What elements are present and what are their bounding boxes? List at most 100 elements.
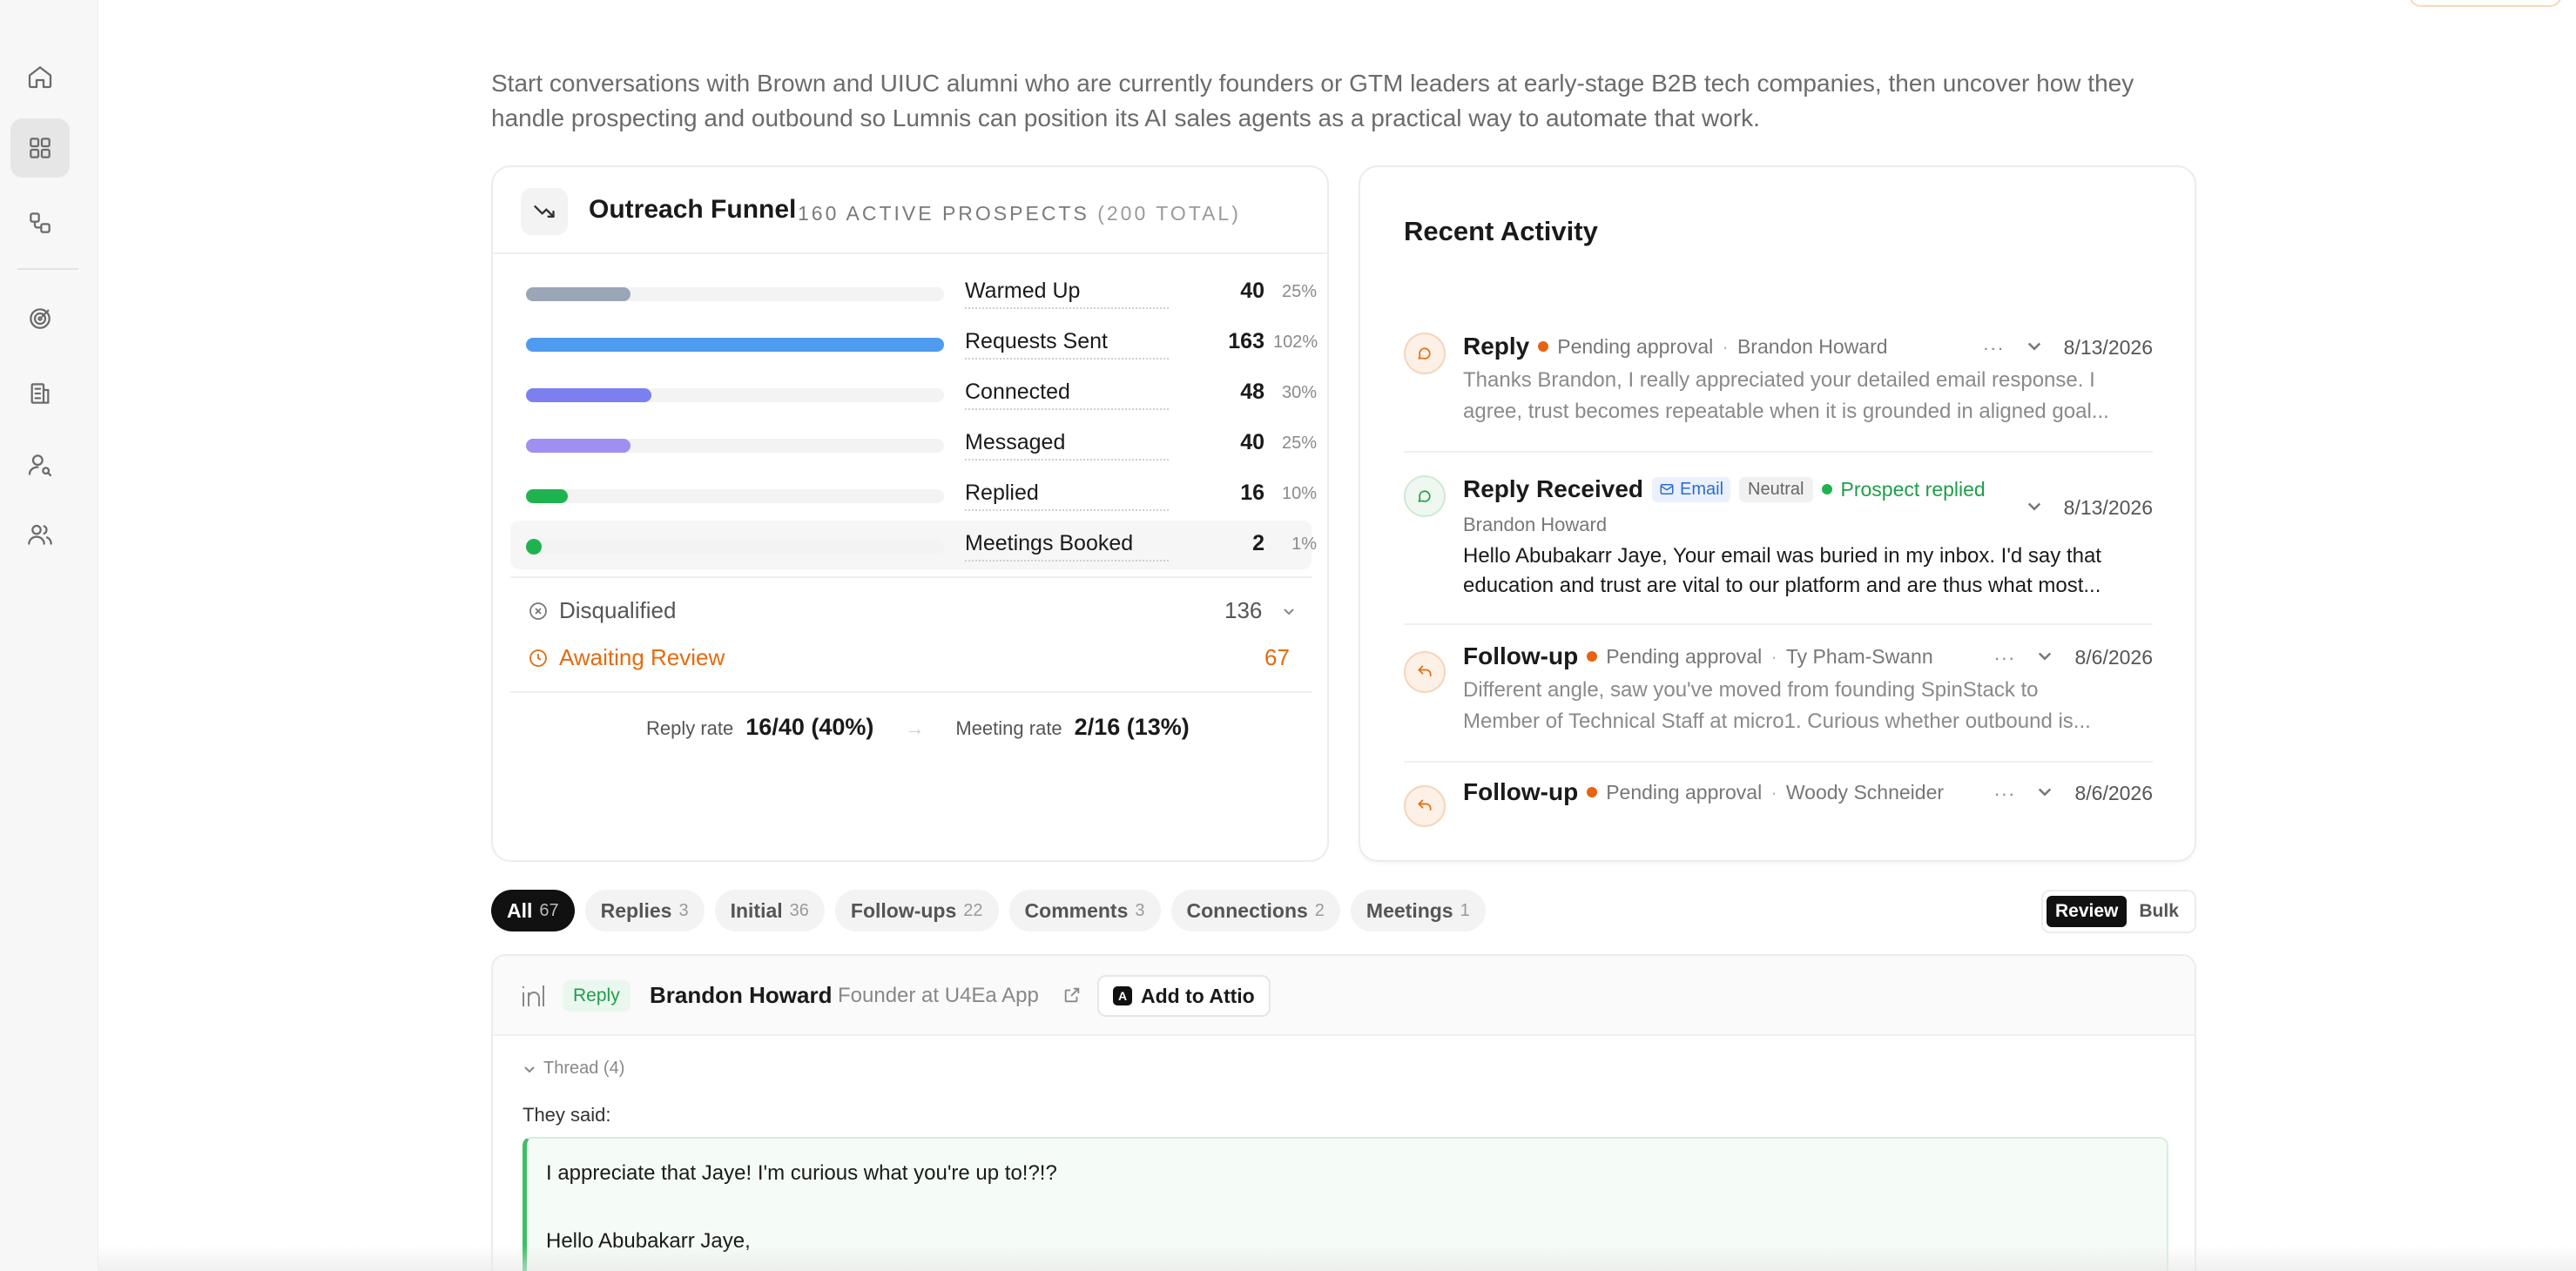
funnel-row[interactable]: Messaged 40 25% <box>510 420 1317 468</box>
message-icon <box>1404 475 1446 517</box>
funnel-stage-label: Warmed Up <box>965 279 1169 309</box>
tab-meetings[interactable]: Meetings 1 <box>1350 890 1486 931</box>
activity-type: Reply <box>1463 333 1530 360</box>
activity-actions: ··· 8/6/2026 <box>1993 646 2153 669</box>
activity-preview-line: Hello Abubakarr Jaye, Your email was bur… <box>1463 544 2101 568</box>
tab-count: 1 <box>1460 900 1470 920</box>
funnel-stage-count: 16 <box>1240 481 1264 505</box>
funnel-row[interactable]: Replied 16 10% <box>510 470 1317 519</box>
user-search-icon <box>28 454 52 477</box>
x-circle-icon <box>529 602 547 620</box>
nav-team[interactable] <box>10 505 70 564</box>
email-badge: Email <box>1652 476 1731 502</box>
tab-replies[interactable]: Replies 3 <box>584 890 705 931</box>
recent-activity-card: Recent Activity Reply Pending approval ·… <box>1359 165 2196 862</box>
activity-item[interactable]: Follow-up Pending approval · Woody Schne… <box>1404 778 2153 831</box>
activity-type: Follow-up <box>1463 778 1579 805</box>
funnel-stage-count: 48 <box>1240 380 1264 404</box>
bulk-mode-button[interactable]: Bulk <box>2130 896 2188 927</box>
activity-person: Ty Pham-Swann <box>1785 644 1933 668</box>
activity-preview-line: education and trust are vital to our pla… <box>1463 574 2101 597</box>
activity-person: Brandon Howard <box>1463 514 1608 535</box>
funnel-row[interactable]: Connected 48 30% <box>510 369 1317 418</box>
tab-follow-ups[interactable]: Follow-ups 22 <box>834 890 999 931</box>
total-prospects: (200 TOTAL) <box>1097 202 1241 225</box>
meeting-rate-label: Meeting rate <box>955 717 1062 739</box>
tab-initial[interactable]: Initial 36 <box>714 890 825 931</box>
external-link-icon[interactable] <box>1062 985 1082 1005</box>
workflow-icon <box>30 212 51 233</box>
funnel-stage-percent: 1% <box>1291 535 1317 554</box>
activity-meta: Follow-up Pending approval · Woody Schne… <box>1463 778 1944 806</box>
activity-type: Reply Received <box>1463 475 1643 502</box>
activity-preview-line: Different angle, saw you've moved from f… <box>1463 678 2039 702</box>
mail-icon <box>1660 484 1674 494</box>
funnel-bar-track <box>526 439 944 453</box>
funnel-stage-count: 40 <box>1240 430 1264 454</box>
activity-status: Pending approval <box>1606 644 1763 668</box>
separator-dot: · <box>1722 334 1729 358</box>
users-icon <box>28 524 52 545</box>
awaiting-review-row[interactable]: Awaiting Review <box>528 644 725 671</box>
activity-actions: ··· 8/6/2026 <box>1993 782 2153 805</box>
nav-search-people[interactable] <box>10 435 70 494</box>
nav-home[interactable] <box>10 47 70 106</box>
funnel-row[interactable]: Requests Sent 163 102% <box>510 319 1318 367</box>
reply-rate-label: Reply rate <box>646 717 734 739</box>
sentiment-badge: Neutral <box>1739 476 1813 502</box>
reply-arrow-icon <box>1404 785 1446 827</box>
divider <box>510 691 1312 693</box>
status-dot <box>1587 651 1598 662</box>
they-said-label: They said: <box>523 1104 611 1126</box>
status-dot <box>1587 787 1598 797</box>
review-mode-button[interactable]: Review <box>2047 896 2128 927</box>
activity-actions: ··· 8/13/2026 <box>1983 336 2153 360</box>
funnel-title: Outreach Funnel <box>589 195 797 224</box>
chevron-down-icon[interactable] <box>1282 604 1296 618</box>
sidebar <box>0 0 98 1271</box>
activity-item[interactable]: Follow-up Pending approval · Ty Pham-Swa… <box>1404 642 2153 738</box>
activity-meta: Reply Pending approval · Brandon Howard <box>1463 333 1888 360</box>
funnel-bar-track <box>526 489 944 503</box>
separator-dot: · <box>1770 780 1777 804</box>
activity-item[interactable]: Reply Pending approval · Brandon Howard … <box>1404 333 2153 428</box>
thread-toggle[interactable]: Thread (4) <box>523 1059 624 1079</box>
more-icon[interactable]: ··· <box>1993 647 2015 669</box>
funnel-row[interactable]: Warmed Up 40 25% <box>510 268 1317 317</box>
campaign-description: Start conversations with Brown and UIUC … <box>491 70 2134 131</box>
chevron-down-icon[interactable] <box>2026 336 2043 360</box>
top-right-button[interactable] <box>2409 0 2562 7</box>
funnel-subtitle: 160 ACTIVE PROSPECTS (200 TOTAL) <box>798 202 1241 225</box>
arrow-right-icon: → <box>905 717 925 739</box>
active-prospects: 160 ACTIVE PROSPECTS <box>798 202 1089 225</box>
add-to-attio-button[interactable]: A Add to Attio <box>1097 975 1271 1017</box>
more-icon[interactable]: ··· <box>1993 783 2015 805</box>
funnel-row[interactable]: Meetings Booked 2 1% <box>510 521 1317 569</box>
funnel-stage-percent: 10% <box>1281 484 1317 503</box>
prospect-role: Founder at U4Ea App <box>838 984 1039 1007</box>
nav-companies[interactable] <box>10 364 70 423</box>
prospect-name[interactable]: Brandon Howard <box>650 982 832 1009</box>
nav-workflows[interactable] <box>10 193 70 252</box>
divider <box>510 576 1312 578</box>
nav-dashboard[interactable] <box>10 118 70 178</box>
activity-date: 8/6/2026 <box>2074 782 2153 804</box>
chevron-down-icon[interactable] <box>2036 646 2053 669</box>
activity-preview-line: agree, trust becomes repeatable when it … <box>1463 400 2109 423</box>
status-dot <box>1538 341 1549 352</box>
more-icon[interactable]: ··· <box>1983 337 2005 360</box>
tab-connections[interactable]: Connections 2 <box>1170 890 1340 931</box>
funnel-bar-track <box>526 539 944 555</box>
chevron-down-icon[interactable] <box>2036 782 2053 805</box>
nav-targets[interactable] <box>10 289 70 348</box>
activity-item[interactable]: Reply Received Email Neutral Prospect re… <box>1404 475 2153 597</box>
funnel-bar <box>526 338 944 352</box>
tab-all[interactable]: All 67 <box>491 890 575 931</box>
review-card: Reply Brandon Howard Founder at U4Ea App… <box>491 954 2196 1271</box>
tab-count: 3 <box>1135 900 1145 920</box>
tab-count: 3 <box>678 900 689 920</box>
disqualified-row[interactable]: Disqualified <box>528 597 676 624</box>
tab-comments[interactable]: Comments 3 <box>1008 890 1161 931</box>
activity-status: Pending approval <box>1557 334 1714 358</box>
tab-count: 22 <box>963 900 983 920</box>
